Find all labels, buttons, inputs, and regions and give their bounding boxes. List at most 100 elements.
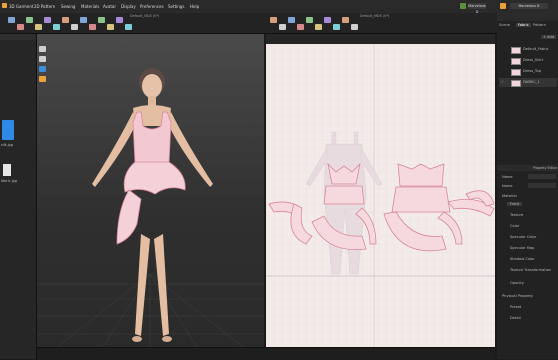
fabric-row[interactable]: Dress_Top bbox=[499, 67, 557, 76]
toolbar-tool-icon[interactable] bbox=[342, 17, 349, 23]
tab-pattern[interactable]: Pattern bbox=[533, 23, 546, 27]
dress-ruffle[interactable] bbox=[123, 161, 186, 195]
workspace-selector[interactable]: Marvelous D bbox=[510, 3, 548, 9]
toolbar-tool-icon[interactable] bbox=[288, 17, 295, 23]
prop-specular-map: Specular Map bbox=[510, 246, 535, 250]
avatar-icon[interactable] bbox=[39, 46, 46, 52]
menu-avatar[interactable]: Avatar bbox=[103, 4, 116, 9]
toolbar-tool-icon[interactable] bbox=[44, 17, 51, 23]
prop-texture: Texture bbox=[510, 213, 524, 217]
account-icon[interactable] bbox=[500, 3, 506, 9]
status-icon bbox=[460, 3, 466, 9]
file-label-silk: silk.jpg bbox=[1, 143, 13, 147]
pattern-canvas bbox=[266, 44, 495, 347]
prop-name-input[interactable] bbox=[528, 174, 556, 179]
fabric-swatch-icon bbox=[511, 47, 521, 54]
fabric-swatch-icon bbox=[511, 80, 521, 87]
toolbar-tool-icon[interactable] bbox=[351, 24, 358, 30]
menu-2d-pattern[interactable]: 2D Pattern bbox=[34, 4, 55, 9]
menu-preferences[interactable]: Preferences bbox=[140, 4, 164, 9]
toolbar-tool-icon[interactable] bbox=[89, 24, 96, 30]
menu-help[interactable]: Help bbox=[190, 4, 199, 9]
material-section[interactable]: Material bbox=[502, 194, 517, 198]
person-icon[interactable] bbox=[39, 56, 46, 62]
menu-3d-garment[interactable]: 3D Garment bbox=[9, 4, 33, 9]
menu-bar: 3D Garment 2D Pattern Sewing Materials A… bbox=[0, 0, 558, 14]
object-browser-header bbox=[497, 13, 558, 21]
menu-materials[interactable]: Materials bbox=[81, 4, 99, 9]
property-editor-header: Property Editor bbox=[497, 165, 558, 171]
toolbar-tool-icon[interactable] bbox=[53, 24, 60, 30]
toolbar-tool-icon[interactable] bbox=[116, 17, 123, 23]
toolbar-tool-icon[interactable] bbox=[62, 17, 69, 23]
prop-name2-input[interactable] bbox=[528, 183, 556, 188]
fabric-row[interactable]: Dress_Skirt bbox=[499, 56, 557, 65]
toolbar-tool-icon[interactable] bbox=[107, 24, 114, 30]
pattern-toolbar bbox=[266, 34, 495, 44]
sync-icon[interactable] bbox=[39, 66, 46, 72]
fabric-name: Dress_Top bbox=[523, 69, 541, 73]
app-logo-icon bbox=[2, 3, 7, 8]
fabric-swatch-icon bbox=[511, 58, 521, 65]
toolbar-tool-icon[interactable] bbox=[71, 24, 78, 30]
tab-scene[interactable]: Scene bbox=[499, 23, 510, 27]
toolbar-tool-icon[interactable] bbox=[297, 24, 304, 30]
dress-asym-hem[interactable] bbox=[116, 189, 142, 245]
prop-opacity: Opacity bbox=[510, 281, 524, 285]
library-panel: silk.jpg fabric.jpg bbox=[0, 34, 37, 359]
fabric-name: FABRIC_1 bbox=[523, 80, 540, 84]
toolbar-tool-icon[interactable] bbox=[279, 24, 286, 30]
file-thumb-silk-icon[interactable] bbox=[2, 120, 14, 140]
toolbar-tool-icon[interactable] bbox=[315, 24, 322, 30]
floor-grid bbox=[37, 273, 264, 347]
fabric-swatch-icon bbox=[511, 69, 521, 76]
tab-fabric[interactable]: Fabric bbox=[516, 23, 531, 27]
front-tab[interactable]: Front bbox=[507, 202, 523, 206]
toolbar-tool-icon[interactable] bbox=[80, 17, 87, 23]
viewport-2d[interactable] bbox=[266, 44, 495, 347]
viewport3d-title: Default_MD5 (0*) bbox=[130, 14, 160, 18]
toolbar-tool-icon[interactable] bbox=[98, 17, 105, 23]
property-editor-title: Property Editor bbox=[533, 166, 557, 170]
toolbar-tool-icon[interactable] bbox=[125, 24, 132, 30]
menu-display[interactable]: Display bbox=[121, 4, 136, 9]
toolbar-tool-icon[interactable] bbox=[270, 17, 277, 23]
toolbar-tool-icon[interactable] bbox=[26, 17, 33, 23]
prop-preset: Preset bbox=[510, 305, 522, 309]
toolbar-tool-icon[interactable] bbox=[8, 17, 15, 23]
user-badge[interactable]: Marvelous D bbox=[468, 3, 486, 14]
fabric-row[interactable]: Default_Fabric bbox=[499, 45, 557, 54]
physical-section[interactable]: Physical Property bbox=[502, 294, 533, 298]
prop-detail: Detail bbox=[510, 316, 521, 320]
toolbar-tool-icon[interactable] bbox=[17, 24, 24, 30]
avatar-figure[interactable] bbox=[92, 68, 213, 342]
pattern-back-skirt bbox=[391, 186, 451, 213]
toolbar-tool-icon[interactable] bbox=[306, 17, 313, 23]
viewport-3d[interactable] bbox=[37, 34, 264, 347]
pattern-front-skirt-top bbox=[323, 185, 365, 205]
avatar-settings-icon[interactable] bbox=[39, 76, 46, 82]
fabric-row-selected[interactable]: ✓ FABRIC_1 bbox=[499, 78, 557, 87]
add-fabric-button[interactable]: + Add bbox=[541, 35, 557, 39]
fabric-name: Dress_Skirt bbox=[523, 58, 544, 62]
menu-sewing[interactable]: Sewing bbox=[61, 4, 75, 9]
status-bar bbox=[37, 347, 495, 360]
fabric-name: Default_Fabric bbox=[523, 47, 549, 51]
prop-shadow-color: Shadow Color bbox=[510, 257, 535, 261]
file-thumb-fabric-icon[interactable] bbox=[3, 164, 11, 176]
check-icon: ✓ bbox=[501, 80, 505, 84]
prop-specular-color: Specular Color bbox=[510, 235, 537, 239]
main-toolbar: Default_MD5 (0*) Default_MD5 (0*) bbox=[0, 13, 558, 34]
prop-name2-label: Name bbox=[502, 184, 513, 188]
library-header bbox=[0, 34, 36, 40]
prop-texture-transformation[interactable]: Texture Transformation bbox=[510, 268, 551, 272]
menu-settings[interactable]: Settings bbox=[168, 4, 184, 9]
toolbar-tool-icon[interactable] bbox=[35, 24, 42, 30]
pattern-back-top bbox=[397, 163, 445, 187]
viewport2d-title: Default_MD5 (0*) bbox=[360, 14, 390, 18]
avatar-scene bbox=[37, 68, 264, 347]
prop-color: Color bbox=[510, 224, 520, 228]
toolbar-tool-icon[interactable] bbox=[333, 24, 340, 30]
toolbar-tool-icon[interactable] bbox=[324, 17, 331, 23]
file-label-fabric: fabric.jpg bbox=[1, 179, 17, 183]
